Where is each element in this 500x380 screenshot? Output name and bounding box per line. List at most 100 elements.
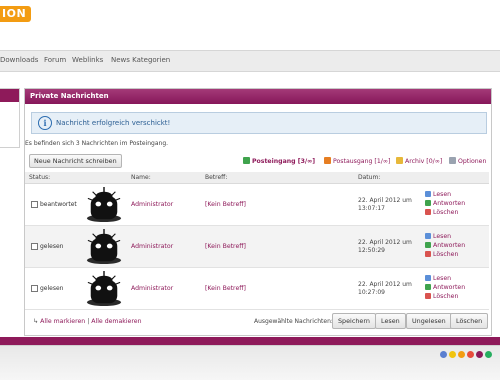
read-action[interactable]: Lesen [425,232,465,241]
arrow-up-left-icon: ↳ [33,318,39,325]
folder-inbox[interactable]: Posteingang [3/∞] [243,157,315,165]
column-date: Datum: [358,174,381,181]
message-row: gelesen Administrator [Kein Betreff] 22.… [25,268,489,310]
inbox-icon [243,157,250,164]
message-subject[interactable]: [Kein Betreff] [205,243,246,250]
color-theme-dot[interactable] [458,351,465,358]
message-date: 22. April 2012 um 10:27:09 [358,281,412,297]
folder-outbox-label: Postausgang [1/∞] [333,158,391,165]
message-date: 22. April 2012 um 13:07:17 [358,197,412,213]
panel-title: Private Nachrichten [30,92,109,100]
delete-icon [425,209,431,215]
reply-icon [425,242,431,248]
delete-action-label: Löschen [433,293,459,300]
message-actions: Lesen Antworten Löschen [425,274,465,301]
page-footer [0,345,500,380]
message-status: gelesen [40,243,64,250]
mark-read-button[interactable]: Lesen [375,313,406,329]
panel-header: Private Nachrichten [25,89,491,104]
mark-unread-button[interactable]: Ungelesen [406,313,452,329]
deselect-all-link[interactable]: Alle demakieren [91,318,141,325]
column-name: Name: [131,174,151,181]
select-all-link[interactable]: Alle markieren [40,318,85,325]
delete-icon [425,251,431,257]
read-icon [425,191,431,197]
nav-item-forum[interactable]: Forum [44,56,66,64]
read-action[interactable]: Lesen [425,274,465,283]
new-message-button[interactable]: Neue Nachricht schreiben [29,154,122,168]
message-status: gelesen [40,285,64,292]
read-action-label: Lesen [433,275,452,282]
reply-icon [425,200,431,206]
delete-selected-button[interactable]: Löschen [450,313,489,329]
reply-action[interactable]: Antworten [425,283,465,292]
wrench-icon [449,157,456,164]
message-actions: Lesen Antworten Löschen [425,190,465,217]
success-notice: i Nachricht erfolgreich verschickt! [31,112,487,134]
logo-text: ION [2,7,27,20]
archive-folder-icon [396,157,403,164]
nav-item-downloads[interactable]: Downloads [0,56,38,64]
message-date-line2: 13:07:17 [358,205,385,212]
reply-action[interactable]: Antworten [425,199,465,208]
reply-action-label: Antworten [433,242,466,249]
read-icon [425,275,431,281]
reply-action[interactable]: Antworten [425,241,465,250]
color-theme-dot[interactable] [476,351,483,358]
color-theme-dot[interactable] [440,351,447,358]
message-date: 22. April 2012 um 12:50:29 [358,239,412,255]
delete-icon [425,293,431,299]
outbox-icon [324,157,331,164]
color-theme-dot[interactable] [485,351,492,358]
message-subject[interactable]: [Kein Betreff] [205,201,246,208]
nav-item-weblinks[interactable]: Weblinks [72,56,103,64]
delete-action[interactable]: Löschen [425,292,465,301]
message-actions: Lesen Antworten Löschen [425,232,465,259]
delete-action-label: Löschen [433,251,459,258]
message-checkbox[interactable] [31,243,38,250]
message-sender[interactable]: Administrator [131,201,173,208]
folder-options-label: Optionen [458,158,487,165]
read-action-label: Lesen [433,233,452,240]
sidebar-header [0,89,19,102]
bottom-accent-bar [0,337,500,345]
reply-action-label: Antworten [433,200,466,207]
message-row: gelesen Administrator [Kein Betreff] 22.… [25,226,489,268]
color-theme-dot[interactable] [449,351,456,358]
color-theme-dot[interactable] [467,351,474,358]
message-sender[interactable]: Administrator [131,285,173,292]
message-sender[interactable]: Administrator [131,243,173,250]
reply-action-label: Antworten [433,284,466,291]
logo-tile: ION [0,6,31,22]
top-navigation: Downloads Forum Weblinks News Kategorien [0,50,500,72]
read-icon [425,233,431,239]
notice-text: Nachricht erfolgreich verschickt! [56,119,171,127]
nav-item-news-categories[interactable]: News Kategorien [111,56,170,64]
messages-table-header: Status: Name: Betreff: Datum: [25,172,489,184]
avatar [86,187,122,223]
read-action[interactable]: Lesen [425,190,465,199]
selection-links: ↳ Alle markieren | Alle demakieren [33,318,142,325]
inbox-count-info: Es befinden sich 3 Nachrichten im Postei… [25,140,169,147]
message-checkbox[interactable] [31,201,38,208]
message-subject[interactable]: [Kein Betreff] [205,285,246,292]
delete-action[interactable]: Löschen [425,250,465,259]
link-separator: | [87,318,90,325]
message-date-line2: 10:27:09 [358,289,385,296]
avatar [86,229,122,265]
site-logo[interactable]: ION [0,6,31,22]
message-date-line1: 22. April 2012 um [358,239,412,246]
message-status: beantwortet [40,201,77,208]
folder-archive-label: Archiv [0/∞] [405,158,443,165]
message-date-line2: 12:50:29 [358,247,385,254]
message-date-line1: 22. April 2012 um [358,197,412,204]
message-checkbox[interactable] [31,285,38,292]
selected-messages-label: Ausgewählte Nachrichten: [254,318,333,325]
folder-outbox[interactable]: Postausgang [1/∞] [324,157,390,165]
folder-archive[interactable]: Archiv [0/∞] [396,157,442,165]
folder-options[interactable]: Optionen [449,157,486,165]
delete-action-label: Löschen [433,209,459,216]
delete-action[interactable]: Löschen [425,208,465,217]
save-button[interactable]: Speichern [332,313,376,329]
message-row: beantwortet Administrator [Kein Betreff]… [25,184,489,226]
